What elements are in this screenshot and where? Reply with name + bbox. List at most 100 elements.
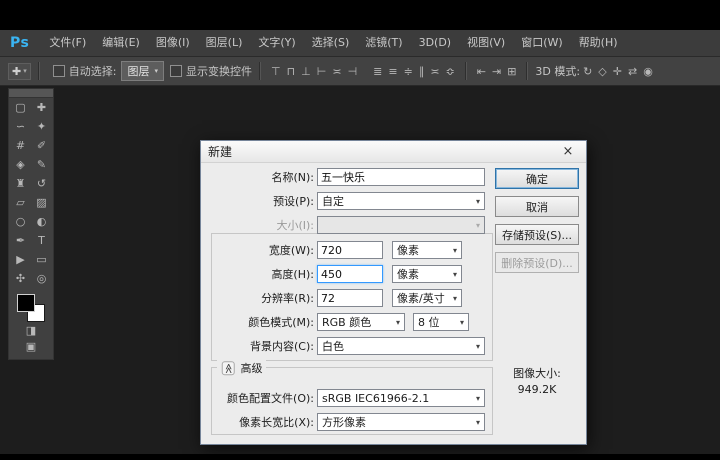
auto-select-checkbox[interactable]	[53, 65, 65, 77]
name-label: 名称(N):	[209, 169, 314, 185]
color-mode-dropdown[interactable]: RGB 颜色 ▾	[317, 313, 405, 331]
3d-pan-icon[interactable]: ✛	[610, 65, 625, 78]
brush-tool[interactable]: ✎	[31, 155, 52, 174]
show-transform-checkbox[interactable]	[170, 65, 182, 77]
resolution-unit-dropdown[interactable]: 像素/英寸 ▾	[392, 289, 462, 307]
height-input[interactable]	[317, 265, 383, 283]
auto-select-target-dropdown[interactable]: 图层 ▾	[121, 61, 164, 81]
chevron-down-icon: ▾	[476, 418, 480, 427]
close-icon[interactable]: ×	[557, 144, 579, 159]
align-horizontal-centers-icon[interactable]: ≍	[329, 65, 344, 78]
tools-panel: ▢ ✚ ∽ ✦ # ✐ ◈ ✎ ♜ ↺ ▱ ▨ ○ ◐ ✒ T ▶ ▭ ✣ ◎ …	[8, 88, 54, 360]
cancel-button[interactable]: 取消	[495, 196, 579, 217]
eraser-tool[interactable]: ▱	[10, 193, 31, 212]
background-dropdown[interactable]: 白色 ▾	[317, 337, 485, 355]
healing-brush-tool[interactable]: ◈	[10, 155, 31, 174]
dodge-tool[interactable]: ◐	[31, 212, 52, 231]
color-profile-dropdown[interactable]: sRGB IEC61966-2.1 ▾	[317, 389, 485, 407]
resolution-label: 分辨率(R):	[209, 290, 314, 306]
background-label: 背景内容(C):	[209, 338, 314, 354]
chevron-down-icon: ▾	[453, 270, 457, 279]
height-unit-dropdown[interactable]: 像素 ▾	[392, 265, 462, 283]
chevron-down-icon: ▾	[23, 67, 27, 75]
3d-roll-icon[interactable]: ◇	[595, 65, 609, 78]
image-size-value: 949.2K	[495, 383, 579, 396]
pixel-aspect-dropdown[interactable]: 方形像素 ▾	[317, 413, 485, 431]
distribute-left-edges-icon[interactable]: ∥	[416, 65, 428, 78]
distribute-right-edges-icon[interactable]: ≎	[443, 65, 458, 78]
distribute-horizontal-centers-icon[interactable]: ≍	[427, 65, 442, 78]
dialog-title-bar[interactable]: 新建 ×	[201, 141, 586, 163]
3d-slide-icon[interactable]: ⇄	[625, 65, 640, 78]
new-document-dialog: 新建 × 名称(N): 预设(P): 自定 ▾ 大小(I): ▾ 宽度(W): …	[200, 140, 587, 445]
width-input[interactable]	[317, 241, 383, 259]
separator	[465, 62, 467, 80]
history-brush-tool[interactable]: ↺	[31, 174, 52, 193]
move-tool-icon: ✚	[12, 65, 21, 78]
quick-mask-icon[interactable]: ◨	[26, 324, 36, 337]
arrange-icon[interactable]: ⊞	[504, 65, 519, 78]
height-label: 高度(H):	[209, 266, 314, 282]
pen-tool[interactable]: ✒	[10, 231, 31, 250]
3d-scale-icon[interactable]: ◉	[640, 65, 656, 78]
zoom-tool[interactable]: ◎	[31, 269, 52, 288]
distribute-vertical-centers-icon[interactable]: ≡	[385, 65, 400, 78]
tool-preset-button[interactable]: ✚ ▾	[8, 63, 31, 80]
screen-mode-icon[interactable]: ▣	[26, 340, 36, 353]
distribute-top-edges-icon[interactable]: ≣	[370, 65, 385, 78]
align-right-edges-icon[interactable]: ⊣	[345, 65, 361, 78]
menu-window[interactable]: 窗口(W)	[513, 30, 570, 56]
resolution-input[interactable]	[317, 289, 383, 307]
width-unit-value: 像素	[397, 242, 419, 258]
menu-filter[interactable]: 滤镜(T)	[357, 30, 410, 56]
foreground-color-swatch[interactable]	[17, 294, 35, 312]
chevron-down-icon: ▾	[476, 221, 480, 230]
menu-type[interactable]: 文字(Y)	[250, 30, 303, 56]
align-vertical-centers-icon[interactable]: ⊓	[284, 65, 299, 78]
blur-tool[interactable]: ○	[10, 212, 31, 231]
width-row: 宽度(W): 像素 ▾	[209, 241, 462, 259]
advanced-label: 高级	[240, 360, 262, 376]
align-bottom-edges-icon[interactable]: ⊥	[298, 65, 314, 78]
align-left-edges-icon[interactable]: ⊢	[314, 65, 330, 78]
align-top-edges-icon[interactable]: ⊤	[268, 65, 284, 78]
save-preset-button[interactable]: 存储预设(S)...	[495, 224, 579, 245]
ok-button[interactable]: 确定	[495, 168, 579, 189]
menu-help[interactable]: 帮助(H)	[571, 30, 626, 56]
gradient-tool[interactable]: ▨	[31, 193, 52, 212]
tools-panel-grip[interactable]	[9, 89, 53, 98]
path-selection-tool[interactable]: ▶	[10, 250, 31, 269]
move-tool[interactable]: ✚	[31, 98, 52, 117]
type-tool[interactable]: T	[31, 231, 52, 250]
menu-view[interactable]: 视图(V)	[459, 30, 513, 56]
distribute-bottom-edges-icon[interactable]: ≑	[401, 65, 416, 78]
chevron-down-icon: ▾	[396, 318, 400, 327]
auto-blend-icon[interactable]: ⇥	[489, 65, 504, 78]
color-profile-label: 颜色配置文件(O):	[209, 390, 314, 406]
name-row: 名称(N):	[209, 168, 485, 186]
preset-dropdown[interactable]: 自定 ▾	[317, 192, 485, 210]
3d-rotate-icon[interactable]: ↻	[580, 65, 595, 78]
shape-tool[interactable]: ▭	[31, 250, 52, 269]
menu-image[interactable]: 图像(I)	[148, 30, 198, 56]
lasso-tool[interactable]: ∽	[10, 117, 31, 136]
hand-tool[interactable]: ✣	[10, 269, 31, 288]
menu-edit[interactable]: 编辑(E)	[94, 30, 148, 56]
width-unit-dropdown[interactable]: 像素 ▾	[392, 241, 462, 259]
clone-stamp-tool[interactable]: ♜	[10, 174, 31, 193]
eyedropper-tool[interactable]: ✐	[31, 136, 52, 155]
bit-depth-dropdown[interactable]: 8 位 ▾	[413, 313, 469, 331]
menu-3d[interactable]: 3D(D)	[411, 30, 460, 56]
height-unit-value: 像素	[397, 266, 419, 282]
menu-file[interactable]: 文件(F)	[41, 30, 94, 56]
crop-tool[interactable]: #	[10, 136, 31, 155]
menu-select[interactable]: 选择(S)	[304, 30, 358, 56]
name-input[interactable]	[317, 168, 485, 186]
size-row: 大小(I): ▾	[209, 216, 485, 234]
menu-layer[interactable]: 图层(L)	[198, 30, 251, 56]
auto-align-icon[interactable]: ⇤	[474, 65, 489, 78]
rectangular-marquee-tool[interactable]: ▢	[10, 98, 31, 117]
advanced-toggle[interactable]: ≪ 高级	[217, 360, 266, 376]
quick-selection-tool[interactable]: ✦	[31, 117, 52, 136]
size-dropdown: ▾	[317, 216, 485, 234]
